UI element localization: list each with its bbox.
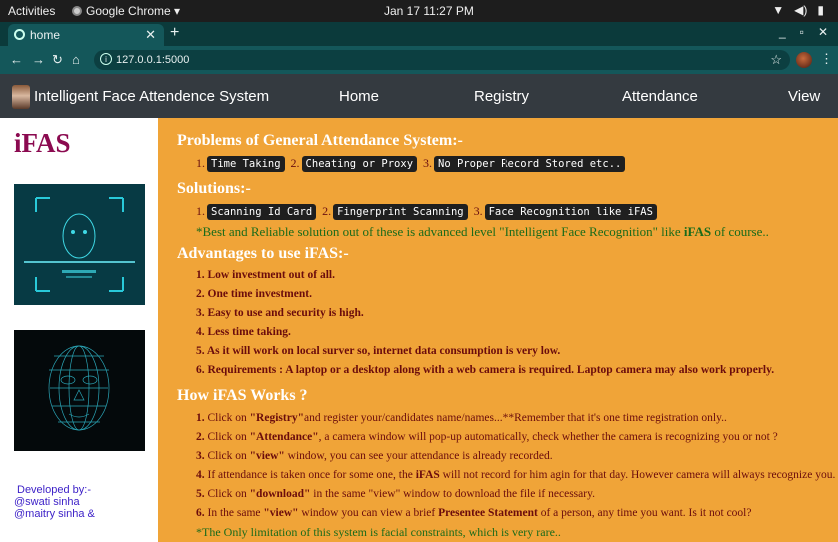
- nav-home[interactable]: Home: [339, 88, 379, 105]
- developed-by-label: Developed by:-: [17, 484, 91, 496]
- maximize-icon[interactable]: ▫: [800, 25, 804, 39]
- advantage-item: 3. Easy to use and security is high.: [196, 307, 364, 319]
- window-controls: _ ▫ ✕: [779, 25, 828, 39]
- developer-handle: @maitry sinha &: [14, 508, 95, 520]
- problems-list: 1. Time Taking 2. Cheating or Proxy 3. No P…: [196, 156, 628, 172]
- chrome-menu-icon[interactable]: ⋮: [820, 51, 833, 67]
- clock[interactable]: Jan 17 11:27 PM: [384, 4, 474, 18]
- how-step: 2. Click on "Attendance", a camera windo…: [196, 431, 778, 443]
- problem-item: Time Taking: [207, 156, 285, 172]
- how-step: 1. Click on "Registry"and register your/…: [196, 412, 727, 424]
- how-step: 3. Click on "view" window, you can see y…: [196, 450, 553, 462]
- developer-credits: Developed by:- @swati sinha @maitry sinh…: [14, 484, 95, 520]
- close-window-icon[interactable]: ✕: [818, 25, 828, 39]
- system-tray[interactable]: ▼ ◀) ▮: [772, 3, 824, 17]
- problem-item: Cheating or Proxy: [301, 156, 418, 172]
- sidebar: iFAS Developed by:- @swati sinha @maitry…: [0, 118, 158, 542]
- wifi-icon: ▼: [772, 3, 785, 17]
- app-menu[interactable]: Google Chrome ▾: [72, 4, 180, 18]
- text-cursor-icon: I: [504, 156, 508, 170]
- note-bold: iFAS: [683, 224, 712, 239]
- omnibox[interactable]: i 127.0.0.1:5000 ☆: [94, 50, 790, 70]
- limitation-note: *The Only limitation of this system is f…: [196, 525, 561, 539]
- volume-icon: ◀): [794, 3, 808, 17]
- nav-view[interactable]: View: [788, 88, 820, 105]
- developer-handle: @swati sinha: [14, 496, 80, 508]
- advantage-item: 2. One time investment.: [196, 288, 312, 300]
- how-step: 5. Click on "download" in the same "view…: [196, 488, 595, 500]
- solution-note: *Best and Reliable solution out of these…: [196, 224, 769, 240]
- back-icon[interactable]: ←: [10, 52, 23, 67]
- how-heading: How iFAS Works ?: [177, 387, 308, 404]
- url-text: 127.0.0.1:5000: [116, 54, 190, 66]
- solution-item: Fingerprint Scanning: [333, 204, 468, 220]
- face-scan-image: [14, 184, 145, 305]
- gnome-top-bar: Activities Google Chrome ▾ Jan 17 11:27 …: [0, 0, 838, 22]
- tab-close-icon[interactable]: ✕: [145, 27, 156, 43]
- profile-avatar[interactable]: [796, 52, 812, 68]
- reload-icon[interactable]: ↻: [52, 52, 63, 68]
- solutions-list: 1. Scanning Id Card 2. Fingerprint Scannin…: [196, 204, 660, 220]
- brand-avatar: [12, 85, 30, 109]
- advantage-item: 6. Requirements : A laptop or a desktop …: [196, 364, 775, 376]
- nav-registry[interactable]: Registry: [474, 88, 529, 105]
- activities-button[interactable]: Activities: [8, 4, 55, 18]
- note-suffix: of course..: [711, 224, 769, 239]
- tab-strip: home ✕ + _ ▫ ✕: [0, 22, 838, 46]
- new-tab-icon[interactable]: +: [170, 24, 179, 42]
- app-menu-label: Google Chrome ▾: [86, 4, 181, 18]
- problem-item: No Proper Record Stored etc..: [434, 156, 626, 172]
- nav-attendance[interactable]: Attendance: [622, 88, 698, 105]
- browser-tab[interactable]: home ✕: [8, 24, 164, 46]
- address-toolbar: ← → ↻ ⌂ i 127.0.0.1:5000 ☆: [0, 46, 838, 74]
- tab-title: home: [30, 28, 61, 42]
- how-step: 6. In the same "view" window you can vie…: [196, 507, 752, 519]
- brand-title[interactable]: Intelligent Face Attendence System: [34, 88, 269, 105]
- site-navbar: Intelligent Face Attendence System Home …: [0, 74, 838, 118]
- battery-icon: ▮: [817, 3, 824, 17]
- site-info-icon[interactable]: i: [100, 53, 112, 65]
- solution-item: Face Recognition like iFAS: [484, 204, 657, 220]
- advantage-item: 5. As it will work on local surver so, i…: [196, 345, 561, 357]
- note-prefix: *Best and Reliable solution out of these…: [196, 224, 684, 239]
- advantage-item: 1. Low investment out of all.: [196, 269, 335, 281]
- solution-item: Scanning Id Card: [207, 204, 317, 220]
- minimize-icon[interactable]: _: [779, 25, 786, 39]
- favicon-icon: [14, 29, 25, 40]
- chrome-icon: [72, 6, 82, 16]
- advantage-item: 4. Less time taking.: [196, 326, 291, 338]
- main-content: Problems of General Attendance System:- …: [158, 118, 838, 542]
- forward-icon[interactable]: →: [32, 52, 45, 67]
- solutions-heading: Solutions:-: [177, 180, 251, 197]
- advantages-heading: Advantages to use iFAS:-: [177, 245, 349, 262]
- face-mesh-image: [14, 330, 145, 451]
- ifas-logo: iFAS: [14, 128, 71, 158]
- problems-heading: Problems of General Attendance System:-: [177, 132, 463, 149]
- how-step: 4. If attendance is taken once for some …: [196, 469, 836, 481]
- bookmark-star-icon[interactable]: ☆: [770, 52, 782, 68]
- home-icon[interactable]: ⌂: [72, 52, 80, 67]
